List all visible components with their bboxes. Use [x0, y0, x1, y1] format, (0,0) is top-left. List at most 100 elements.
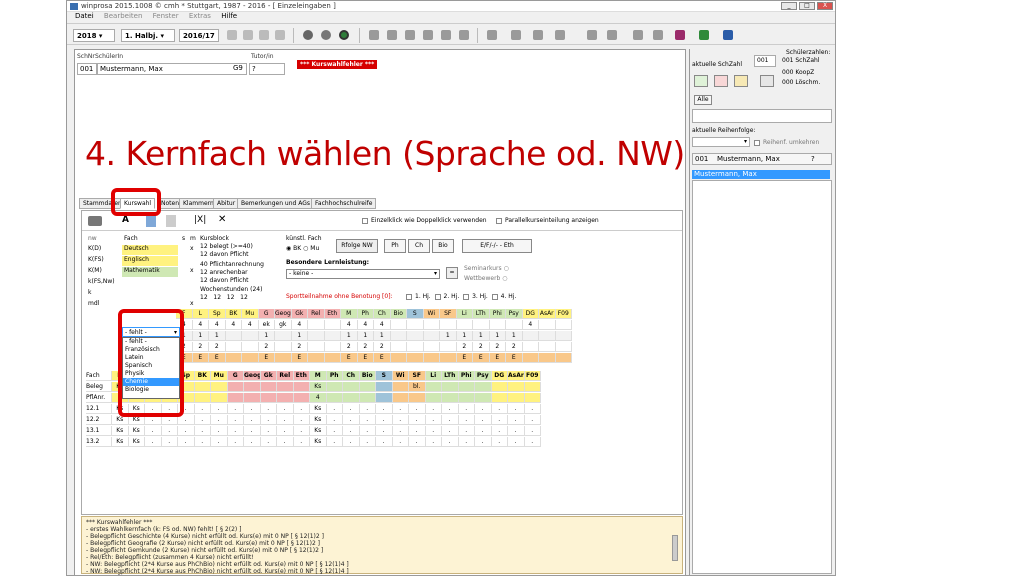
- ch-button[interactable]: Ch: [408, 239, 430, 253]
- grid-cell[interactable]: 1: [456, 331, 473, 341]
- first-icon[interactable]: [227, 30, 237, 40]
- stack-icon[interactable]: [423, 30, 433, 40]
- grid-cell[interactable]: 1: [192, 331, 209, 341]
- next-icon[interactable]: [259, 30, 269, 40]
- halbjahr-select[interactable]: 1. Halbj. ▾: [121, 29, 175, 42]
- grid-cell[interactable]: 1: [258, 331, 275, 341]
- grid-cell[interactable]: .: [260, 415, 277, 425]
- grid-cell[interactable]: Ks: [310, 415, 327, 425]
- grid-cell[interactable]: 2: [374, 342, 391, 352]
- grid-cell[interactable]: [458, 393, 475, 403]
- grid-cell[interactable]: [423, 331, 440, 341]
- grid-cell[interactable]: [244, 382, 261, 392]
- grid-cell[interactable]: [458, 382, 475, 392]
- grid-cell[interactable]: E: [357, 353, 374, 363]
- grid-cell[interactable]: .: [145, 437, 162, 447]
- grid-cell[interactable]: [275, 353, 292, 363]
- grid-cell[interactable]: .: [194, 437, 211, 447]
- grid-cell[interactable]: .: [359, 415, 376, 425]
- row-kfs[interactable]: K(FS) Englisch: [86, 256, 196, 266]
- grid-cell[interactable]: E: [209, 353, 226, 363]
- grid-cell[interactable]: gk: [275, 320, 292, 330]
- grid-cell[interactable]: [555, 320, 572, 330]
- grid-cell[interactable]: [343, 382, 360, 392]
- maximize-button[interactable]: □: [799, 2, 815, 10]
- grid-cell[interactable]: [324, 342, 341, 352]
- grid-cell[interactable]: .: [293, 415, 310, 425]
- grid-cell[interactable]: .: [343, 404, 360, 414]
- grid-cell[interactable]: 4: [209, 320, 226, 330]
- grid-cell[interactable]: 1: [209, 331, 226, 341]
- grid-cell[interactable]: 2: [209, 342, 226, 352]
- grid-cell[interactable]: [277, 382, 294, 392]
- row-k[interactable]: k: [86, 289, 196, 299]
- grid-cell[interactable]: .: [475, 415, 492, 425]
- grid-cell[interactable]: .: [244, 437, 261, 447]
- checkbox[interactable]: [406, 293, 412, 300]
- grid-cell[interactable]: 2: [473, 342, 490, 352]
- grid-cell[interactable]: [326, 393, 343, 403]
- menu-bearbeiten[interactable]: Bearbeiten: [104, 12, 142, 20]
- grid-cell[interactable]: 2: [341, 342, 358, 352]
- grid-cell[interactable]: [211, 382, 228, 392]
- grid-cell[interactable]: E: [374, 353, 391, 363]
- grid-cell[interactable]: [211, 393, 228, 403]
- grid-cell[interactable]: .: [343, 426, 360, 436]
- grid-cell[interactable]: [423, 342, 440, 352]
- minimize-button[interactable]: _: [781, 2, 797, 10]
- grid-cell[interactable]: [194, 382, 211, 392]
- reihe-umkehren[interactable]: Reihenf. umkehren: [754, 139, 819, 146]
- last-icon[interactable]: [275, 30, 285, 40]
- grid-cell[interactable]: .: [343, 415, 360, 425]
- grid-cell[interactable]: .: [277, 426, 294, 436]
- grid-cell[interactable]: [539, 342, 556, 352]
- menu-fenster[interactable]: Fenster: [153, 12, 179, 20]
- grid-cell[interactable]: [522, 331, 539, 341]
- wettbewerb-option[interactable]: Wettbewerb ○: [464, 275, 508, 282]
- page-icon[interactable]: [653, 30, 663, 40]
- grid-cell[interactable]: [324, 353, 341, 363]
- grid-cell[interactable]: [539, 320, 556, 330]
- grid-cell[interactable]: .: [442, 426, 459, 436]
- grid-cell[interactable]: .: [194, 415, 211, 425]
- grid-cell[interactable]: .: [178, 426, 195, 436]
- grid-cell[interactable]: [407, 320, 424, 330]
- clear-icon[interactable]: ✕: [218, 214, 226, 225]
- ef-eth-button[interactable]: E/F/-/- - Eth: [462, 239, 532, 253]
- reihenfolge-select[interactable]: ▾: [692, 137, 750, 147]
- grid-cell[interactable]: [308, 342, 325, 352]
- option-einzelklick[interactable]: Einzelklick wie Doppelklick verwenden: [362, 217, 487, 224]
- grid-cell[interactable]: [491, 393, 508, 403]
- grid-cell[interactable]: 2: [192, 342, 209, 352]
- grid-cell[interactable]: .: [376, 437, 393, 447]
- grid-cell[interactable]: .: [211, 437, 228, 447]
- grid-cell[interactable]: .: [359, 404, 376, 414]
- grid-cell[interactable]: 1: [374, 331, 391, 341]
- grid-cell[interactable]: E: [192, 353, 209, 363]
- grid-cell[interactable]: .: [326, 404, 343, 414]
- grid-cell[interactable]: 4: [374, 320, 391, 330]
- checkbox[interactable]: [496, 217, 502, 224]
- grid-cell[interactable]: [275, 342, 292, 352]
- cancel-icon[interactable]: [714, 75, 728, 87]
- grid-cell[interactable]: Ks: [310, 382, 327, 392]
- grid-cell[interactable]: [376, 393, 393, 403]
- grid-cell[interactable]: .: [211, 404, 228, 414]
- grid-cell[interactable]: [407, 331, 424, 341]
- grid-cell[interactable]: E: [506, 353, 523, 363]
- grid-cell[interactable]: .: [277, 437, 294, 447]
- grid-cell[interactable]: .: [260, 404, 277, 414]
- grid-cell[interactable]: .: [409, 415, 426, 425]
- close-button[interactable]: X: [817, 2, 833, 10]
- person-icon[interactable]: [369, 30, 379, 40]
- grid-cell[interactable]: [242, 331, 259, 341]
- save-icon[interactable]: [760, 75, 774, 87]
- grid-cell[interactable]: .: [277, 415, 294, 425]
- grid-cell[interactable]: .: [376, 426, 393, 436]
- grid-cell[interactable]: [308, 320, 325, 330]
- tab-fachhochschulreife[interactable]: Fachhochschulreife: [311, 198, 377, 209]
- row-kfsnw[interactable]: k(FS,Nw): [86, 278, 196, 288]
- grid-cell[interactable]: [456, 320, 473, 330]
- menu-hilfe[interactable]: Hilfe: [221, 12, 237, 20]
- grid-cell[interactable]: .: [475, 426, 492, 436]
